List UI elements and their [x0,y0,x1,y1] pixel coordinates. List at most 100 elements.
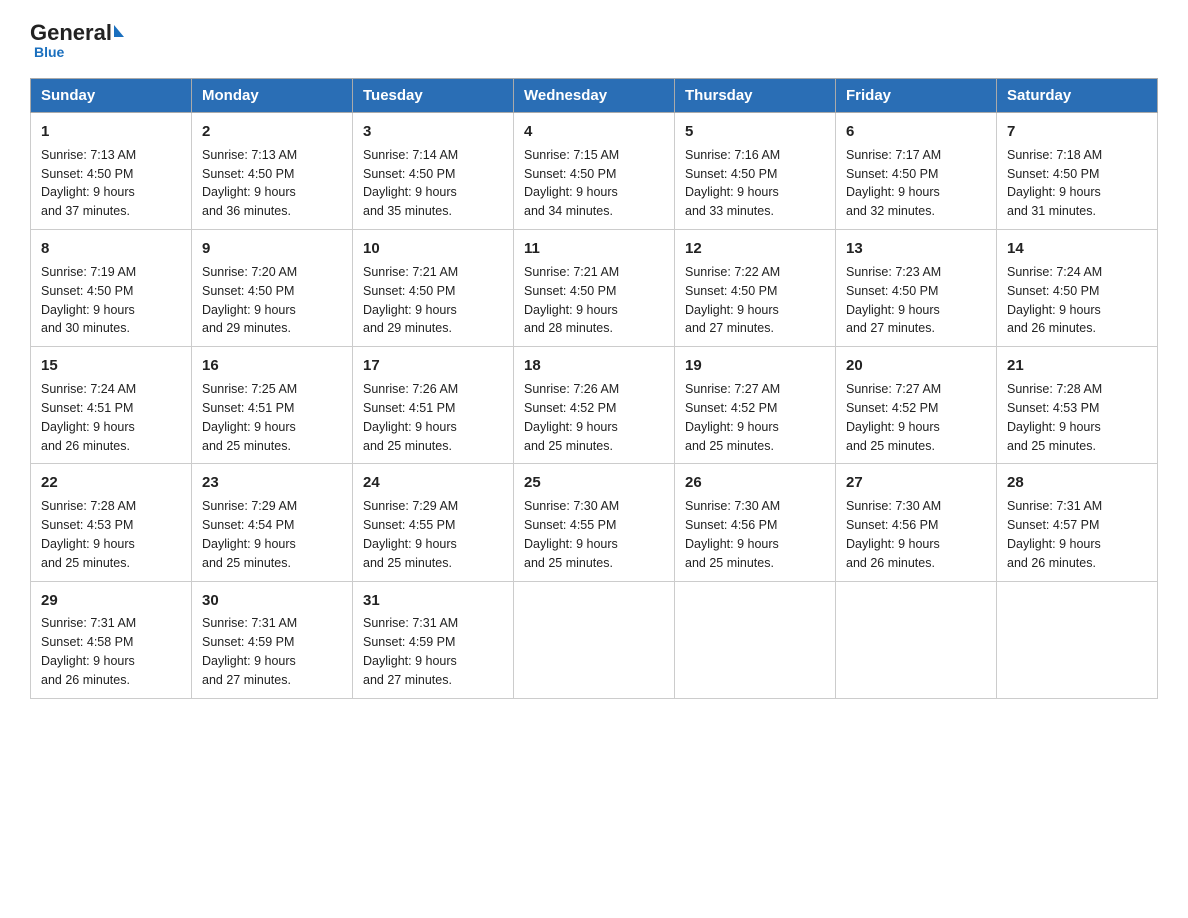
calendar-cell: 7Sunrise: 7:18 AMSunset: 4:50 PMDaylight… [997,113,1158,230]
day-number: 14 [1007,238,1147,260]
calendar-cell: 15Sunrise: 7:24 AMSunset: 4:51 PMDayligh… [31,347,192,464]
calendar-cell: 6 Sunrise: 7:17 AMSunset: 4:50 PMDaylight… [836,113,997,230]
day-info: Sunrise: 7:27 AMSunset: 4:52 PMDaylight:… [685,382,780,453]
calendar-cell: 18Sunrise: 7:26 AMSunset: 4:52 PMDayligh… [514,347,675,464]
calendar-cell: 14 Sunrise: 7:24 AMSunset: 4:50 PMDayligh… [997,230,1158,347]
day-number: 20 [846,355,986,377]
calendar-cell: 4 Sunrise: 7:15 AMSunset: 4:50 PMDaylight… [514,113,675,230]
calendar-cell [997,581,1158,698]
calendar-cell: 22 Sunrise: 7:28 AMSunset: 4:53 PMDayligh… [31,464,192,581]
day-info: Sunrise: 7:31 AMSunset: 4:59 PMDaylight:… [202,616,297,687]
day-number: 4 [524,121,664,143]
weekday-header-tuesday: Tuesday [353,79,514,113]
day-number: 12 [685,238,825,260]
day-info: Sunrise: 7:26 AMSunset: 4:52 PMDaylight:… [524,382,619,453]
calendar-cell: 13Sunrise: 7:23 AMSunset: 4:50 PMDayligh… [836,230,997,347]
day-number: 2 [202,121,342,143]
calendar-cell: 17Sunrise: 7:26 AMSunset: 4:51 PMDayligh… [353,347,514,464]
calendar-cell: 30 Sunrise: 7:31 AMSunset: 4:59 PMDayligh… [192,581,353,698]
day-number: 27 [846,472,986,494]
day-info: Sunrise: 7:21 AMSunset: 4:50 PMDaylight:… [524,265,619,336]
calendar-cell: 31 Sunrise: 7:31 AMSunset: 4:59 PMDayligh… [353,581,514,698]
calendar-cell [836,581,997,698]
calendar-cell: 29 Sunrise: 7:31 AMSunset: 4:58 PMDayligh… [31,581,192,698]
day-number: 28 [1007,472,1147,494]
calendar-cell: 8Sunrise: 7:19 AMSunset: 4:50 PMDaylight… [31,230,192,347]
calendar-week-1: 1 Sunrise: 7:13 AMSunset: 4:50 PMDaylight… [31,113,1158,230]
calendar-cell: 25 Sunrise: 7:30 AMSunset: 4:55 PMDayligh… [514,464,675,581]
calendar-week-4: 22 Sunrise: 7:28 AMSunset: 4:53 PMDayligh… [31,464,1158,581]
day-info: Sunrise: 7:31 AMSunset: 4:57 PMDaylight:… [1007,499,1102,570]
calendar-week-5: 29 Sunrise: 7:31 AMSunset: 4:58 PMDayligh… [31,581,1158,698]
calendar-cell: 5Sunrise: 7:16 AMSunset: 4:50 PMDaylight… [675,113,836,230]
day-info: Sunrise: 7:14 AMSunset: 4:50 PMDaylight:… [363,148,458,219]
calendar-cell: 23Sunrise: 7:29 AMSunset: 4:54 PMDayligh… [192,464,353,581]
day-info: Sunrise: 7:21 AMSunset: 4:50 PMDaylight:… [363,265,458,336]
day-number: 15 [41,355,181,377]
day-info: Sunrise: 7:31 AMSunset: 4:59 PMDaylight:… [363,616,458,687]
calendar-cell [514,581,675,698]
calendar-cell: 10Sunrise: 7:21 AMSunset: 4:50 PMDayligh… [353,230,514,347]
calendar-cell: 28 Sunrise: 7:31 AMSunset: 4:57 PMDayligh… [997,464,1158,581]
day-number: 3 [363,121,503,143]
calendar-cell: 12 Sunrise: 7:22 AMSunset: 4:50 PMDayligh… [675,230,836,347]
weekday-header-sunday: Sunday [31,79,192,113]
weekday-header-thursday: Thursday [675,79,836,113]
calendar-cell: 24 Sunrise: 7:29 AMSunset: 4:55 PMDayligh… [353,464,514,581]
day-info: Sunrise: 7:13 AMSunset: 4:50 PMDaylight:… [202,148,297,219]
logo-area: General Blue [30,20,124,60]
calendar-cell: 2 Sunrise: 7:13 AMSunset: 4:50 PMDaylight… [192,113,353,230]
day-info: Sunrise: 7:26 AMSunset: 4:51 PMDaylight:… [363,382,458,453]
calendar-cell: 11 Sunrise: 7:21 AMSunset: 4:50 PMDayligh… [514,230,675,347]
weekday-header-row: SundayMondayTuesdayWednesdayThursdayFrid… [31,79,1158,113]
logo: General [30,20,124,46]
day-number: 5 [685,121,825,143]
weekday-header-wednesday: Wednesday [514,79,675,113]
weekday-header-monday: Monday [192,79,353,113]
day-number: 24 [363,472,503,494]
day-info: Sunrise: 7:30 AMSunset: 4:56 PMDaylight:… [846,499,941,570]
page-header: General Blue [30,20,1158,60]
day-info: Sunrise: 7:15 AMSunset: 4:50 PMDaylight:… [524,148,619,219]
day-number: 25 [524,472,664,494]
day-info: Sunrise: 7:30 AMSunset: 4:55 PMDaylight:… [524,499,619,570]
calendar-cell: 21Sunrise: 7:28 AMSunset: 4:53 PMDayligh… [997,347,1158,464]
calendar-cell: 26 Sunrise: 7:30 AMSunset: 4:56 PMDayligh… [675,464,836,581]
calendar-cell: 9 Sunrise: 7:20 AMSunset: 4:50 PMDaylight… [192,230,353,347]
day-info: Sunrise: 7:30 AMSunset: 4:56 PMDaylight:… [685,499,780,570]
day-number: 19 [685,355,825,377]
day-info: Sunrise: 7:24 AMSunset: 4:50 PMDaylight:… [1007,265,1102,336]
day-number: 16 [202,355,342,377]
day-info: Sunrise: 7:31 AMSunset: 4:58 PMDaylight:… [41,616,136,687]
calendar-cell [675,581,836,698]
calendar-cell: 19 Sunrise: 7:27 AMSunset: 4:52 PMDayligh… [675,347,836,464]
logo-general-text: General [30,20,112,46]
day-info: Sunrise: 7:27 AMSunset: 4:52 PMDaylight:… [846,382,941,453]
day-number: 22 [41,472,181,494]
day-info: Sunrise: 7:19 AMSunset: 4:50 PMDaylight:… [41,265,136,336]
weekday-header-friday: Friday [836,79,997,113]
day-info: Sunrise: 7:28 AMSunset: 4:53 PMDaylight:… [41,499,136,570]
logo-blue-text: Blue [34,44,64,60]
day-number: 9 [202,238,342,260]
day-info: Sunrise: 7:29 AMSunset: 4:54 PMDaylight:… [202,499,297,570]
day-number: 1 [41,121,181,143]
day-number: 31 [363,590,503,612]
day-number: 11 [524,238,664,260]
day-number: 29 [41,590,181,612]
day-number: 30 [202,590,342,612]
day-info: Sunrise: 7:28 AMSunset: 4:53 PMDaylight:… [1007,382,1102,453]
day-info: Sunrise: 7:22 AMSunset: 4:50 PMDaylight:… [685,265,780,336]
weekday-header-saturday: Saturday [997,79,1158,113]
day-info: Sunrise: 7:18 AMSunset: 4:50 PMDaylight:… [1007,148,1102,219]
day-number: 26 [685,472,825,494]
day-info: Sunrise: 7:20 AMSunset: 4:50 PMDaylight:… [202,265,297,336]
day-info: Sunrise: 7:17 AMSunset: 4:50 PMDaylight:… [846,148,941,219]
calendar-week-3: 15Sunrise: 7:24 AMSunset: 4:51 PMDayligh… [31,347,1158,464]
logo-triangle-icon [114,25,124,37]
day-info: Sunrise: 7:25 AMSunset: 4:51 PMDaylight:… [202,382,297,453]
day-number: 6 [846,121,986,143]
calendar-cell: 27 Sunrise: 7:30 AMSunset: 4:56 PMDayligh… [836,464,997,581]
day-info: Sunrise: 7:29 AMSunset: 4:55 PMDaylight:… [363,499,458,570]
calendar-cell: 1Sunrise: 7:13 AMSunset: 4:50 PMDaylight… [31,113,192,230]
